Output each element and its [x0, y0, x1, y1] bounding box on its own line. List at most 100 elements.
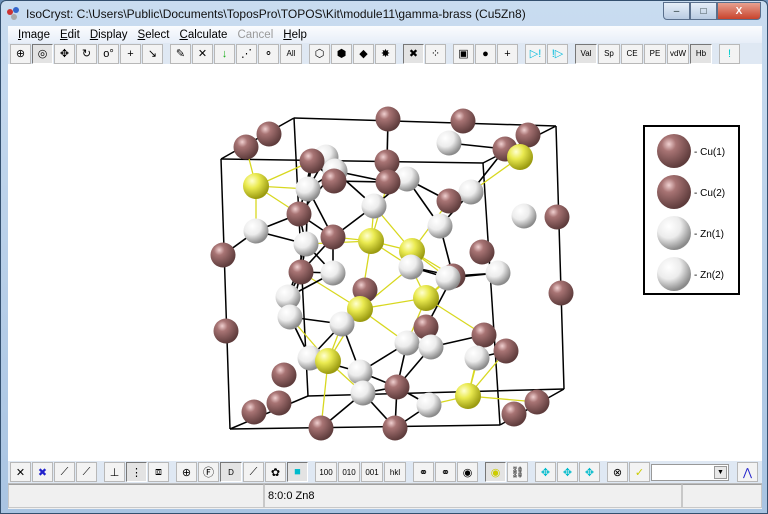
curve-button[interactable]: ⋀	[737, 462, 758, 482]
zn-atom[interactable]	[243, 218, 269, 244]
blue-cross-button[interactable]: ✖	[32, 462, 53, 482]
zn-atom[interactable]	[436, 130, 462, 156]
target-button[interactable]: ◎	[32, 43, 53, 64]
spheres-button[interactable]: ●	[475, 43, 496, 64]
cu-atom[interactable]	[375, 106, 401, 132]
axes-button[interactable]: ⊥	[104, 462, 125, 482]
minimize-button[interactable]: –	[663, 2, 690, 20]
zn-atom[interactable]	[293, 231, 319, 257]
polyhedron-button[interactable]: ⬡	[309, 43, 330, 64]
yellow-atom[interactable]	[243, 173, 269, 199]
menu-help[interactable]: Help	[278, 29, 312, 41]
cu-atom[interactable]	[548, 280, 574, 306]
polyhedron-burst-button[interactable]: ✸	[375, 43, 396, 64]
cyan-square-button[interactable]: ■	[287, 462, 308, 482]
button-pe[interactable]: PE	[644, 43, 666, 64]
select-all-button[interactable]: All	[280, 43, 302, 64]
atom-bonds-button[interactable]: ⁘	[425, 43, 446, 64]
yellow-atom[interactable]	[315, 348, 341, 374]
menu-edit[interactable]: Edit	[55, 29, 85, 41]
zn-atom[interactable]	[329, 311, 355, 337]
pencil-button[interactable]: ✎	[170, 43, 191, 64]
check-button[interactable]: ✓	[629, 462, 650, 482]
cu-atom[interactable]	[271, 362, 297, 388]
zn-atom[interactable]	[418, 334, 444, 360]
selection-combo[interactable]: ▼	[651, 463, 729, 481]
cluster-button[interactable]: ✿	[265, 462, 286, 482]
cu-atom[interactable]	[299, 148, 325, 174]
maximize-button[interactable]: □	[690, 2, 717, 20]
menu-display[interactable]: Display	[85, 29, 133, 41]
menu-cancel[interactable]: Cancel	[232, 29, 278, 41]
zn-atom[interactable]	[464, 345, 490, 371]
cu-atom[interactable]	[450, 108, 476, 134]
rotate-button[interactable]: ↻	[76, 43, 97, 64]
grey-sphere-button[interactable]: ◉	[457, 462, 478, 482]
cu-atom[interactable]	[384, 374, 410, 400]
cu-atom[interactable]	[375, 169, 401, 195]
cu-atom[interactable]	[210, 242, 236, 268]
cu-atom[interactable]	[213, 318, 239, 344]
arrow-down-button[interactable]: ↓	[214, 43, 235, 64]
zn-atom[interactable]	[435, 265, 461, 291]
play-warning-button[interactable]: ▷!	[525, 43, 546, 64]
link-circle-button[interactable]: ⚭	[435, 462, 456, 482]
cancel-circle-button[interactable]: ⊗	[607, 462, 628, 482]
cu-atom[interactable]	[321, 168, 347, 194]
cu-atom[interactable]	[241, 399, 267, 425]
atoms-button[interactable]: ⚬	[258, 43, 279, 64]
atom-cross-button[interactable]: ✖	[403, 43, 424, 64]
f-circle-button[interactable]: Ⓕ	[198, 462, 219, 482]
thin-cross-button[interactable]: ✕	[10, 462, 31, 482]
cu-atom[interactable]	[515, 122, 541, 148]
yellow-atom[interactable]	[413, 285, 439, 311]
button-ce[interactable]: CE	[621, 43, 643, 64]
button-hkl[interactable]: hkl	[384, 462, 406, 482]
cu-atom[interactable]	[524, 389, 550, 415]
cu-atom[interactable]	[320, 224, 346, 250]
button-vdw[interactable]: vdW	[667, 43, 689, 64]
yellow-atom[interactable]	[358, 228, 384, 254]
chain-button[interactable]: ⛓	[507, 462, 528, 482]
structure-view[interactable]: - Cu(1) - Cu(2) - Zn(1) - Zn(2)	[8, 64, 762, 461]
button-100[interactable]: 100	[315, 462, 337, 482]
move-button[interactable]: +	[120, 43, 141, 64]
polyhedron-diamond-button[interactable]: ◆	[353, 43, 374, 64]
bond-thick-button[interactable]: ⟋	[76, 462, 97, 482]
zn-atom[interactable]	[485, 260, 511, 286]
yellow-atom[interactable]	[455, 383, 481, 409]
yellow-sphere-button[interactable]: ◉	[485, 462, 506, 482]
cu-atom[interactable]	[471, 322, 497, 348]
zn-atom[interactable]	[320, 260, 346, 286]
zn-atom[interactable]	[458, 179, 484, 205]
polyhedron-grey-button[interactable]: ⬢	[331, 43, 352, 64]
close-button[interactable]: X	[717, 2, 761, 20]
cu-atom[interactable]	[256, 121, 282, 147]
cu-atom[interactable]	[266, 390, 292, 416]
hidden-bonds-button[interactable]: ⋰	[236, 43, 257, 64]
cu-atom[interactable]	[544, 204, 570, 230]
move-cyan3-button[interactable]: ✥	[579, 462, 600, 482]
menu-select[interactable]: Select	[133, 29, 175, 41]
rotate-angle-button[interactable]: o°	[98, 43, 119, 64]
pointer-button[interactable]: ↘	[142, 43, 163, 64]
cu-atom[interactable]	[286, 201, 312, 227]
cu-atom[interactable]	[288, 259, 314, 285]
cu-atom[interactable]	[233, 134, 259, 160]
button-sp[interactable]: Sp	[598, 43, 620, 64]
button-010[interactable]: 010	[338, 462, 360, 482]
zn-atom[interactable]	[347, 359, 373, 385]
cu-atom[interactable]	[308, 415, 334, 441]
zn-atom[interactable]	[398, 254, 424, 280]
button-val[interactable]: Val	[575, 43, 597, 64]
cu-atom[interactable]	[469, 239, 495, 265]
zn-atom[interactable]	[427, 213, 453, 239]
move-cyan-button[interactable]: ✥	[535, 462, 556, 482]
light-bulb-button[interactable]: !	[719, 43, 740, 64]
menu-calculate[interactable]: Calculate	[175, 29, 233, 41]
chevron-down-icon[interactable]: ▼	[714, 465, 727, 479]
cu-atom[interactable]	[382, 415, 408, 441]
cu-atom[interactable]	[501, 401, 527, 427]
yellow-atom[interactable]	[507, 144, 533, 170]
bond-link-button[interactable]: ⟋	[243, 462, 264, 482]
